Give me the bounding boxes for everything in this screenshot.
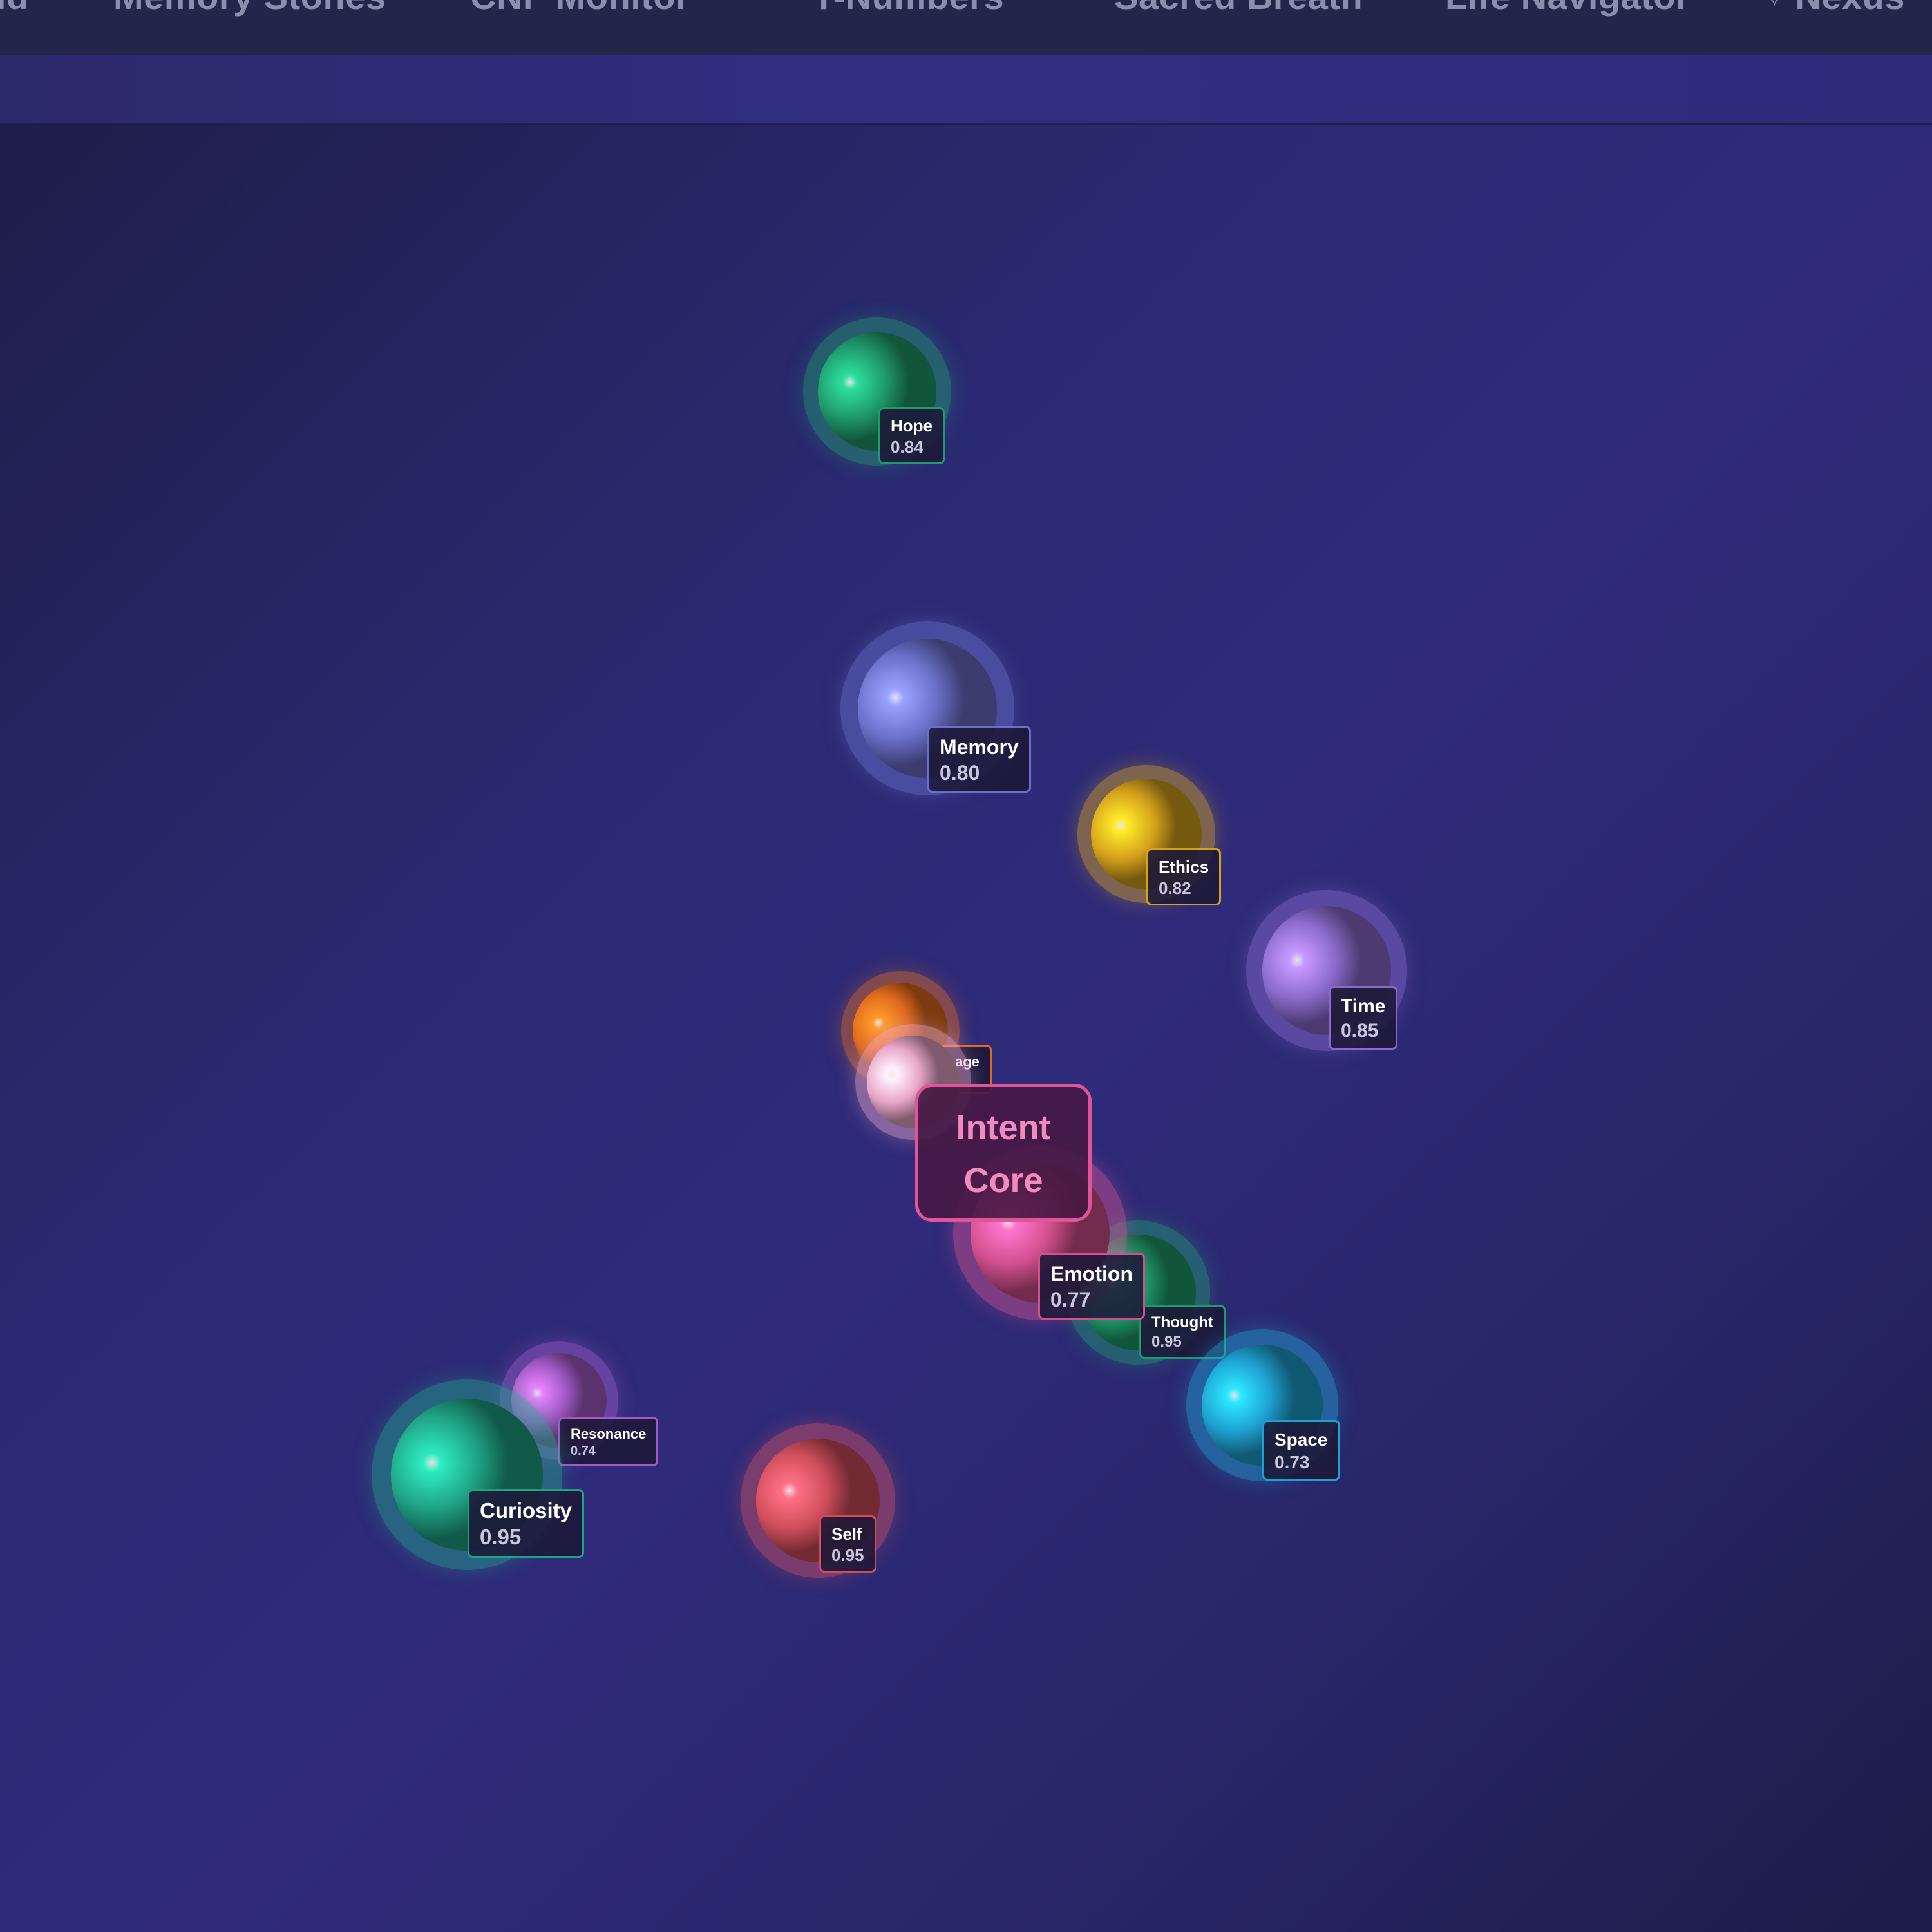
nav-item-cnf-monitor[interactable]: CNF Monitor xyxy=(470,0,690,17)
nav-item-memory-stones[interactable]: Memory Stones xyxy=(113,0,386,17)
node-name: Memory xyxy=(940,735,1019,759)
node-name: Ethics xyxy=(1159,857,1209,876)
nav-item-nexus[interactable]: ✧ Nexus xyxy=(1766,0,1905,17)
sparkle-icon: ✧ xyxy=(1766,0,1783,11)
node-value: 0.95 xyxy=(480,1525,522,1549)
node-label: Resonance 0.74 xyxy=(558,1417,659,1466)
node-name: Curiosity xyxy=(480,1499,573,1522)
node-name: Resonance xyxy=(571,1426,647,1442)
intent-core-title-line1: Intent xyxy=(956,1108,1051,1147)
header-strip xyxy=(0,55,1932,125)
node-value: 0.74 xyxy=(571,1443,596,1458)
node-label: Hope 0.84 xyxy=(878,407,945,464)
top-nav-bar: ld Memory Stones CNF Monitor T-Numbers S… xyxy=(0,0,1932,55)
node-name: Emotion xyxy=(1050,1262,1133,1285)
node-name: Space xyxy=(1274,1430,1328,1450)
node-name: Self xyxy=(831,1524,862,1544)
node-label: Self 0.95 xyxy=(819,1515,876,1573)
node-value: 0.80 xyxy=(940,761,980,784)
node-value: 0.95 xyxy=(831,1545,864,1565)
node-label: Ethics 0.82 xyxy=(1146,848,1222,905)
nav-item-t-numbers[interactable]: T-Numbers xyxy=(813,0,1004,17)
nav-item-field[interactable]: ld xyxy=(0,0,29,17)
node-label: Time 0.85 xyxy=(1329,986,1398,1050)
node-name: Time xyxy=(1341,996,1386,1017)
node-name: Hope xyxy=(891,416,933,435)
nav-item-sacred-breath[interactable]: Sacred Breath xyxy=(1114,0,1363,17)
node-label: Emotion 0.77 xyxy=(1038,1253,1145,1320)
node-value: 0.95 xyxy=(1151,1333,1182,1350)
node-label: Space 0.73 xyxy=(1262,1420,1340,1481)
nav-item-nexus-label: Nexus xyxy=(1795,0,1905,17)
node-value: 0.85 xyxy=(1341,1019,1379,1041)
intent-core-title-line2: Core xyxy=(963,1161,1043,1200)
node-label: Curiosity 0.95 xyxy=(468,1489,585,1558)
node-value: 0.84 xyxy=(891,437,923,457)
intent-core-label[interactable]: Intent Core xyxy=(915,1084,1092,1222)
nav-item-life-navigator[interactable]: Life Navigator xyxy=(1445,0,1690,17)
node-value: 0.77 xyxy=(1050,1288,1091,1311)
node-name: Thought xyxy=(1151,1314,1213,1331)
node-label: Memory 0.80 xyxy=(927,726,1031,793)
node-value: 0.82 xyxy=(1159,878,1191,898)
intent-field-canvas[interactable] xyxy=(0,127,1932,1932)
node-value: 0.73 xyxy=(1274,1452,1310,1472)
